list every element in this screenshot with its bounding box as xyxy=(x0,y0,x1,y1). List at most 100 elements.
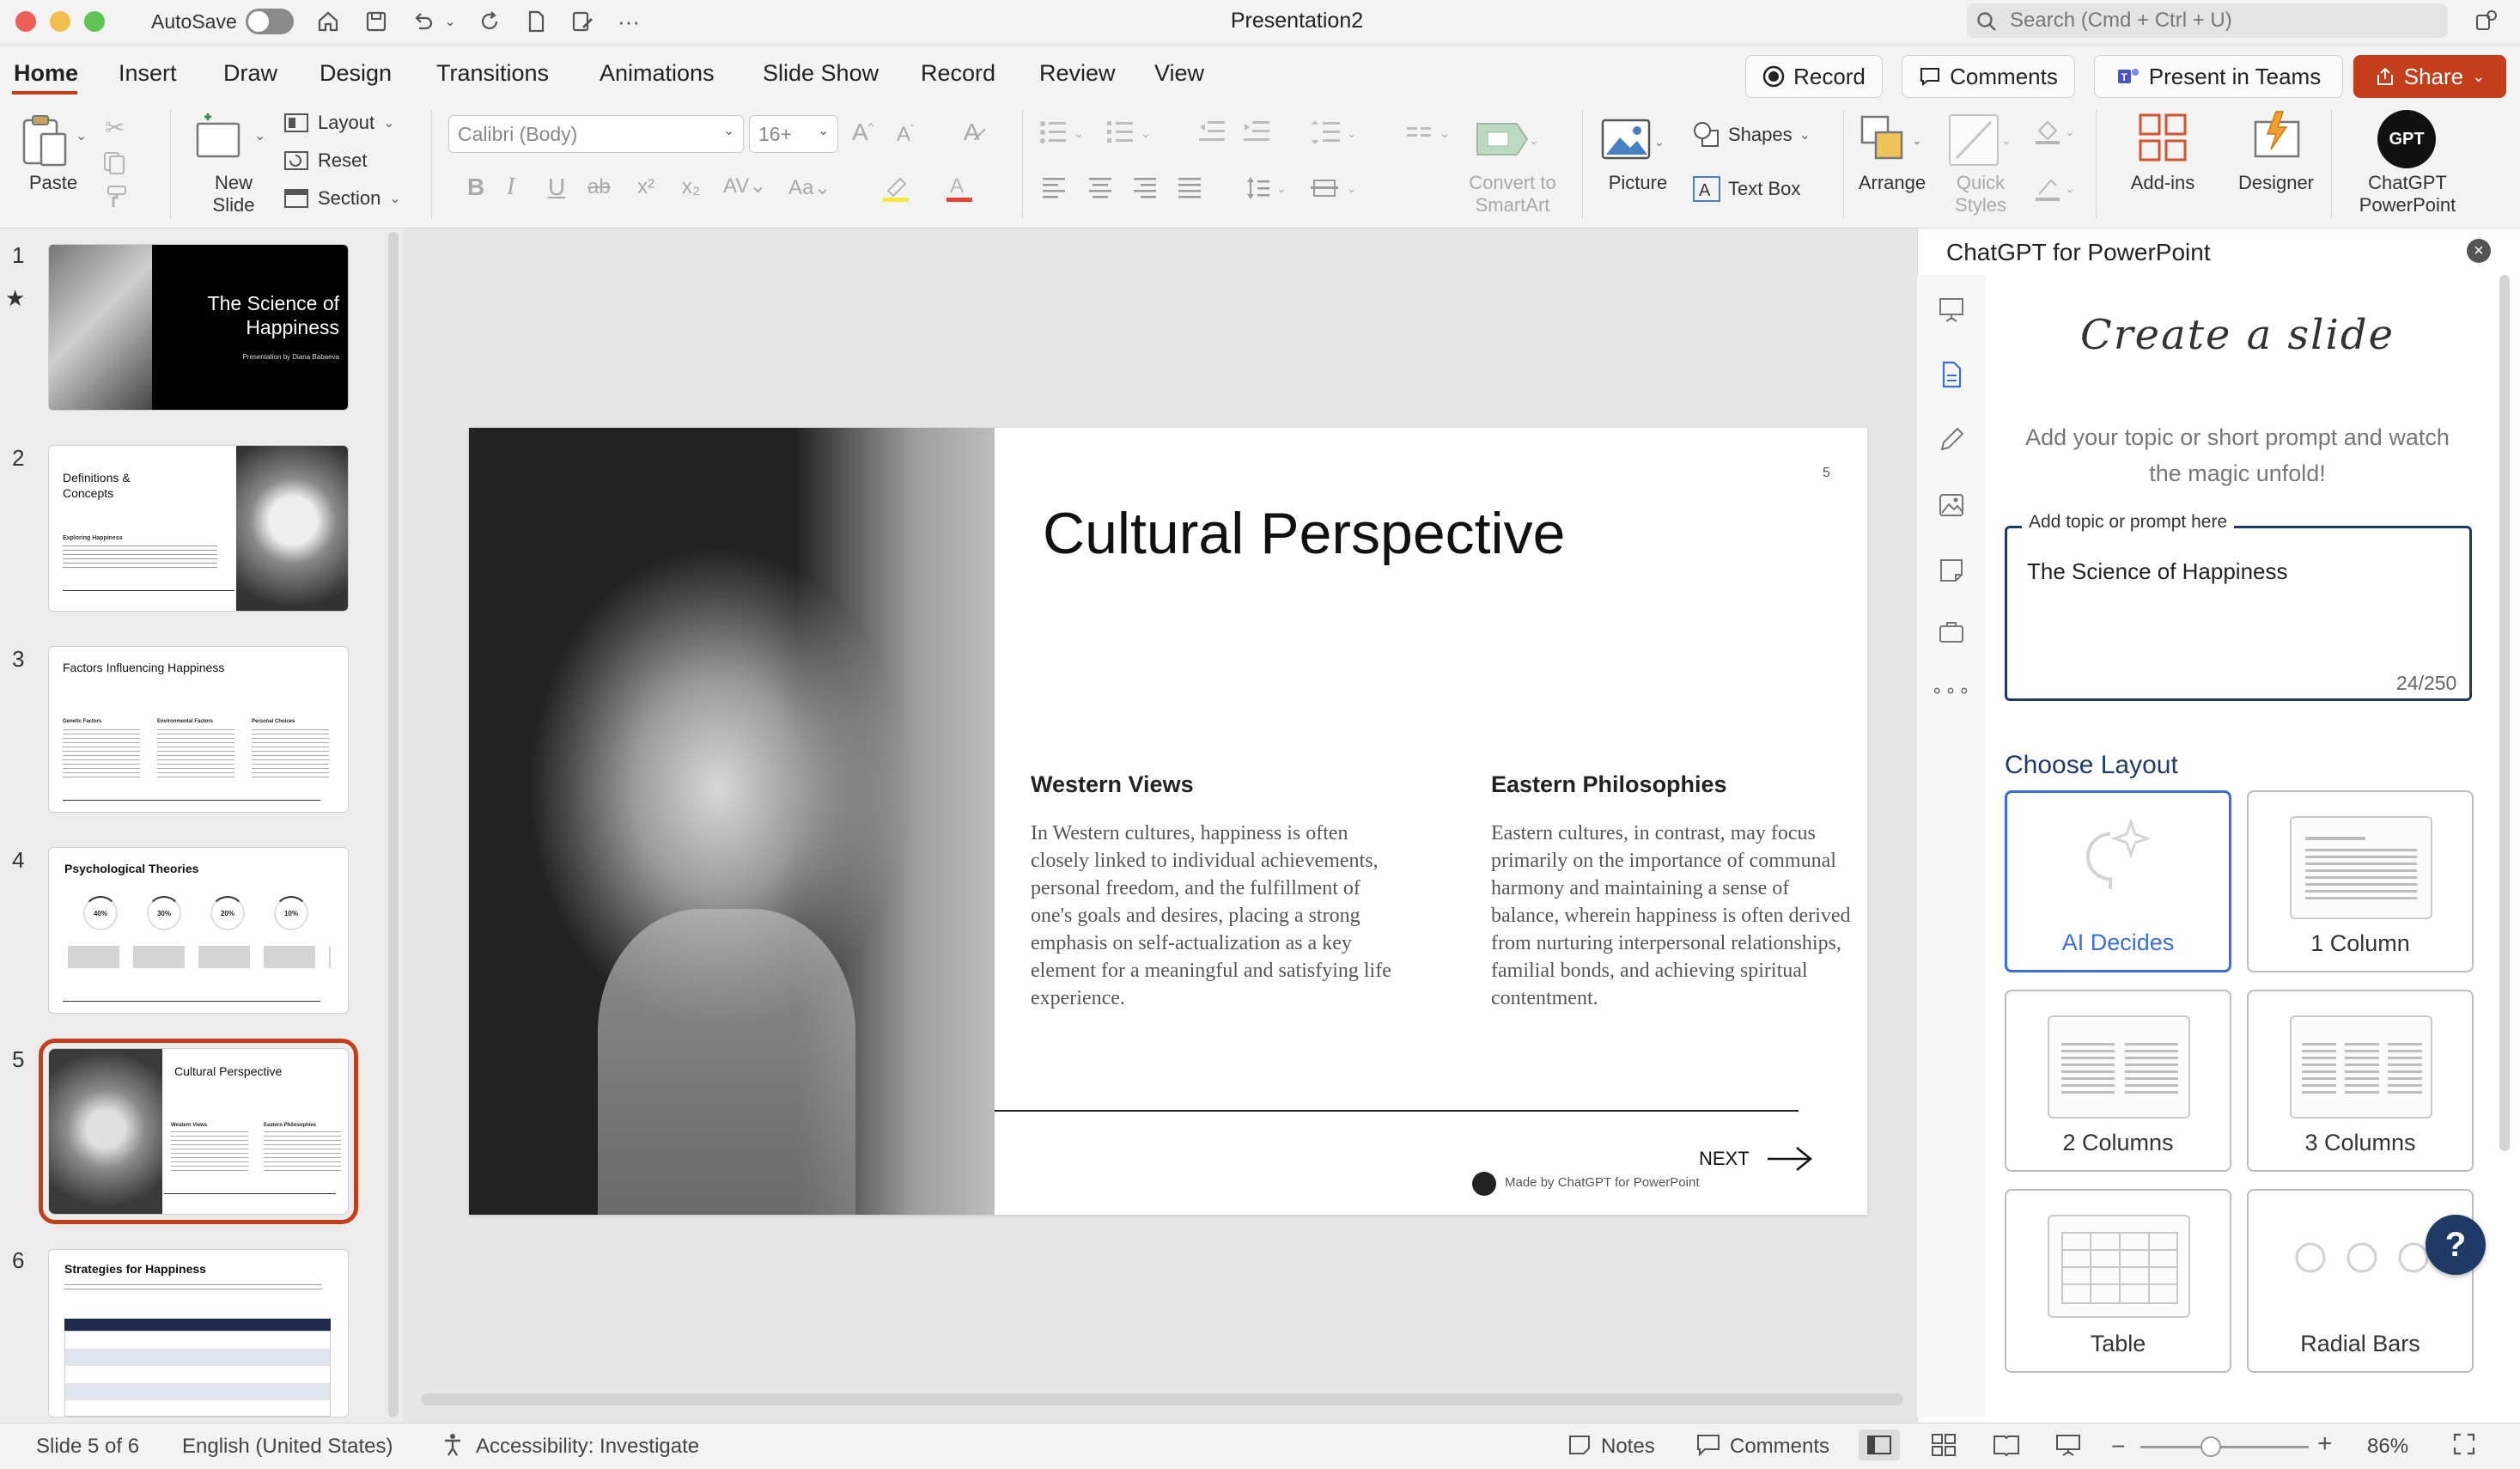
slide-thumbnail-3[interactable]: Factors Influencing Happiness Genetic Fa… xyxy=(48,646,349,813)
slide-show-icon[interactable] xyxy=(2054,1433,2082,1457)
shape-outline-icon[interactable]: ⌄ xyxy=(2034,174,2080,203)
next-label[interactable]: NEXT xyxy=(1699,1148,1750,1170)
close-window-button[interactable] xyxy=(15,11,36,32)
designer-icon[interactable] xyxy=(2249,110,2305,163)
slide-thumbnail-6[interactable]: Strategies for Happiness xyxy=(48,1249,349,1417)
tab-slide-show[interactable]: Slide Show xyxy=(763,60,879,87)
tab-draw[interactable]: Draw xyxy=(223,60,277,87)
undo-icon[interactable] xyxy=(407,7,438,36)
section-button[interactable]: Section ⌄ xyxy=(283,187,401,210)
align-text-icon[interactable]: ⌄ xyxy=(1311,175,1366,201)
font-name-select[interactable]: Calibri (Body) xyxy=(448,115,744,153)
superscript-icon[interactable]: x² xyxy=(637,175,654,199)
briefcase-icon[interactable] xyxy=(1934,615,1969,649)
italic-icon[interactable]: I xyxy=(507,174,514,201)
columns-icon[interactable]: ⌄ xyxy=(1405,119,1457,148)
line-spacing-icon[interactable]: ⌄ xyxy=(1311,119,1362,148)
save-icon[interactable] xyxy=(361,7,392,36)
tab-record[interactable]: Record xyxy=(921,60,995,87)
increase-font-icon[interactable]: A^ xyxy=(852,119,873,146)
edit-document-icon[interactable] xyxy=(567,7,598,36)
picture-icon[interactable]: ⌄ xyxy=(1601,117,1666,165)
highlight-color-icon[interactable] xyxy=(881,172,916,203)
arrange-icon[interactable]: ⌄ xyxy=(1859,113,1927,165)
decrease-indent-icon[interactable] xyxy=(1197,119,1227,144)
tab-review[interactable]: Review xyxy=(1039,60,1116,87)
copy-icon[interactable] xyxy=(103,151,132,175)
text-direction-icon[interactable]: ⌄ xyxy=(1245,175,1297,201)
image-icon[interactable] xyxy=(1934,488,1969,522)
notes-button[interactable]: Notes xyxy=(1601,1435,1655,1459)
column-2-heading[interactable]: Eastern Philosophies xyxy=(1491,771,1727,798)
presentation-icon[interactable] xyxy=(1934,292,1969,326)
bullets-icon[interactable]: ⌄ xyxy=(1039,119,1091,148)
layout-button[interactable]: Layout ⌄ xyxy=(283,112,394,134)
slide-thumbnail-2[interactable]: Definitions & Concepts Exploring Happine… xyxy=(48,445,349,612)
close-panel-icon[interactable]: × xyxy=(2467,239,2491,263)
paste-dropdown-chevron-icon[interactable]: ⌄ xyxy=(76,127,87,144)
tab-transitions[interactable]: Transitions xyxy=(436,60,549,87)
align-left-icon[interactable] xyxy=(1041,175,1067,199)
thumbnail-scrollbar[interactable] xyxy=(388,232,399,1417)
profile-share-icon[interactable] xyxy=(2470,7,2501,36)
more-options-icon[interactable]: ··· xyxy=(613,7,644,36)
format-painter-icon[interactable] xyxy=(105,184,131,210)
side-panel-scrollbar[interactable] xyxy=(2499,275,2510,1151)
zoom-out-icon[interactable]: − xyxy=(2111,1433,2125,1460)
autosave-toggle[interactable] xyxy=(246,9,294,34)
pencil-icon[interactable] xyxy=(1934,423,1969,457)
share-button[interactable]: Share ⌄ xyxy=(2353,55,2506,98)
minimize-window-button[interactable] xyxy=(50,11,70,32)
zoom-in-icon[interactable]: + xyxy=(2317,1429,2333,1459)
search-input[interactable]: Search (Cmd + Ctrl + U) xyxy=(1967,3,2448,38)
layout-option-2-columns[interactable]: 2 Columns xyxy=(2005,990,2231,1172)
reading-view-icon[interactable] xyxy=(1993,1433,2020,1457)
zoom-window-button[interactable] xyxy=(84,11,105,32)
increase-indent-icon[interactable] xyxy=(1242,119,1271,144)
layout-option-radial-bars[interactable]: Radial Bars xyxy=(2247,1189,2474,1373)
align-center-icon[interactable] xyxy=(1087,175,1113,199)
record-button[interactable]: Record xyxy=(1745,55,1883,98)
align-right-icon[interactable] xyxy=(1132,175,1158,199)
cut-icon[interactable]: ✂ xyxy=(105,113,125,142)
help-button[interactable]: ? xyxy=(2426,1215,2486,1275)
bold-icon[interactable]: B xyxy=(467,174,484,201)
slide-thumbnail-1[interactable]: The Science of Happiness Presentation by… xyxy=(48,244,349,411)
slide-thumbnail-4[interactable]: Psychological Theories 40% 30% 20% 10% xyxy=(48,847,349,1014)
quick-styles-icon[interactable]: ⌄ xyxy=(1946,112,2015,168)
normal-view-icon[interactable] xyxy=(1859,1429,1900,1460)
justify-icon[interactable] xyxy=(1177,175,1202,199)
character-spacing-icon[interactable]: AV⌄ xyxy=(723,174,766,198)
smartart-icon[interactable]: ⌄ xyxy=(1470,115,1539,163)
comments-status-button[interactable]: Comments xyxy=(1730,1435,1829,1459)
new-slide-chevron-icon[interactable]: ⌄ xyxy=(254,127,265,144)
present-in-teams-button[interactable]: T Present in Teams xyxy=(2094,55,2343,98)
more-tools-icon[interactable]: ∘∘∘ xyxy=(1931,674,1969,708)
tab-view[interactable]: View xyxy=(1154,60,1204,87)
fit-to-window-icon[interactable] xyxy=(2451,1431,2477,1457)
text-box-button[interactable]: A Text Box xyxy=(1692,175,1800,203)
notes-icon[interactable] xyxy=(1934,553,1969,588)
layout-option-3-columns[interactable]: 3 Columns xyxy=(2247,990,2474,1172)
new-slide-icon[interactable] xyxy=(194,113,249,163)
slide-5[interactable]: Cultural Perspective 5 Western Views In … xyxy=(469,428,1867,1215)
tab-insert[interactable]: Insert xyxy=(119,60,177,87)
slide-thumbnail-5[interactable]: Cultural Perspective Western Views Easte… xyxy=(39,1039,358,1224)
zoom-level[interactable]: 86% xyxy=(2367,1435,2408,1459)
underline-icon[interactable]: U xyxy=(548,174,565,201)
zoom-slider-track[interactable] xyxy=(2140,1446,2309,1448)
numbering-icon[interactable]: ⌄ xyxy=(1106,119,1158,148)
redo-icon[interactable] xyxy=(474,7,505,36)
paste-icon[interactable] xyxy=(19,112,72,170)
zoom-slider-thumb[interactable] xyxy=(2200,1436,2221,1457)
tab-design[interactable]: Design xyxy=(320,60,392,87)
add-slide-doc-icon[interactable] xyxy=(1934,357,1969,392)
shape-fill-icon[interactable]: ⌄ xyxy=(2034,117,2080,146)
new-document-icon[interactable] xyxy=(520,7,551,36)
strikethrough-icon[interactable]: ab xyxy=(587,175,611,199)
chatgpt-powerpoint-logo[interactable]: GPT xyxy=(2377,110,2436,168)
slide-title[interactable]: Cultural Perspective xyxy=(1043,500,1565,567)
language-status[interactable]: English (United States) xyxy=(182,1435,393,1459)
tab-home[interactable]: Home xyxy=(14,60,78,87)
slide-sorter-icon[interactable] xyxy=(1931,1433,1957,1457)
